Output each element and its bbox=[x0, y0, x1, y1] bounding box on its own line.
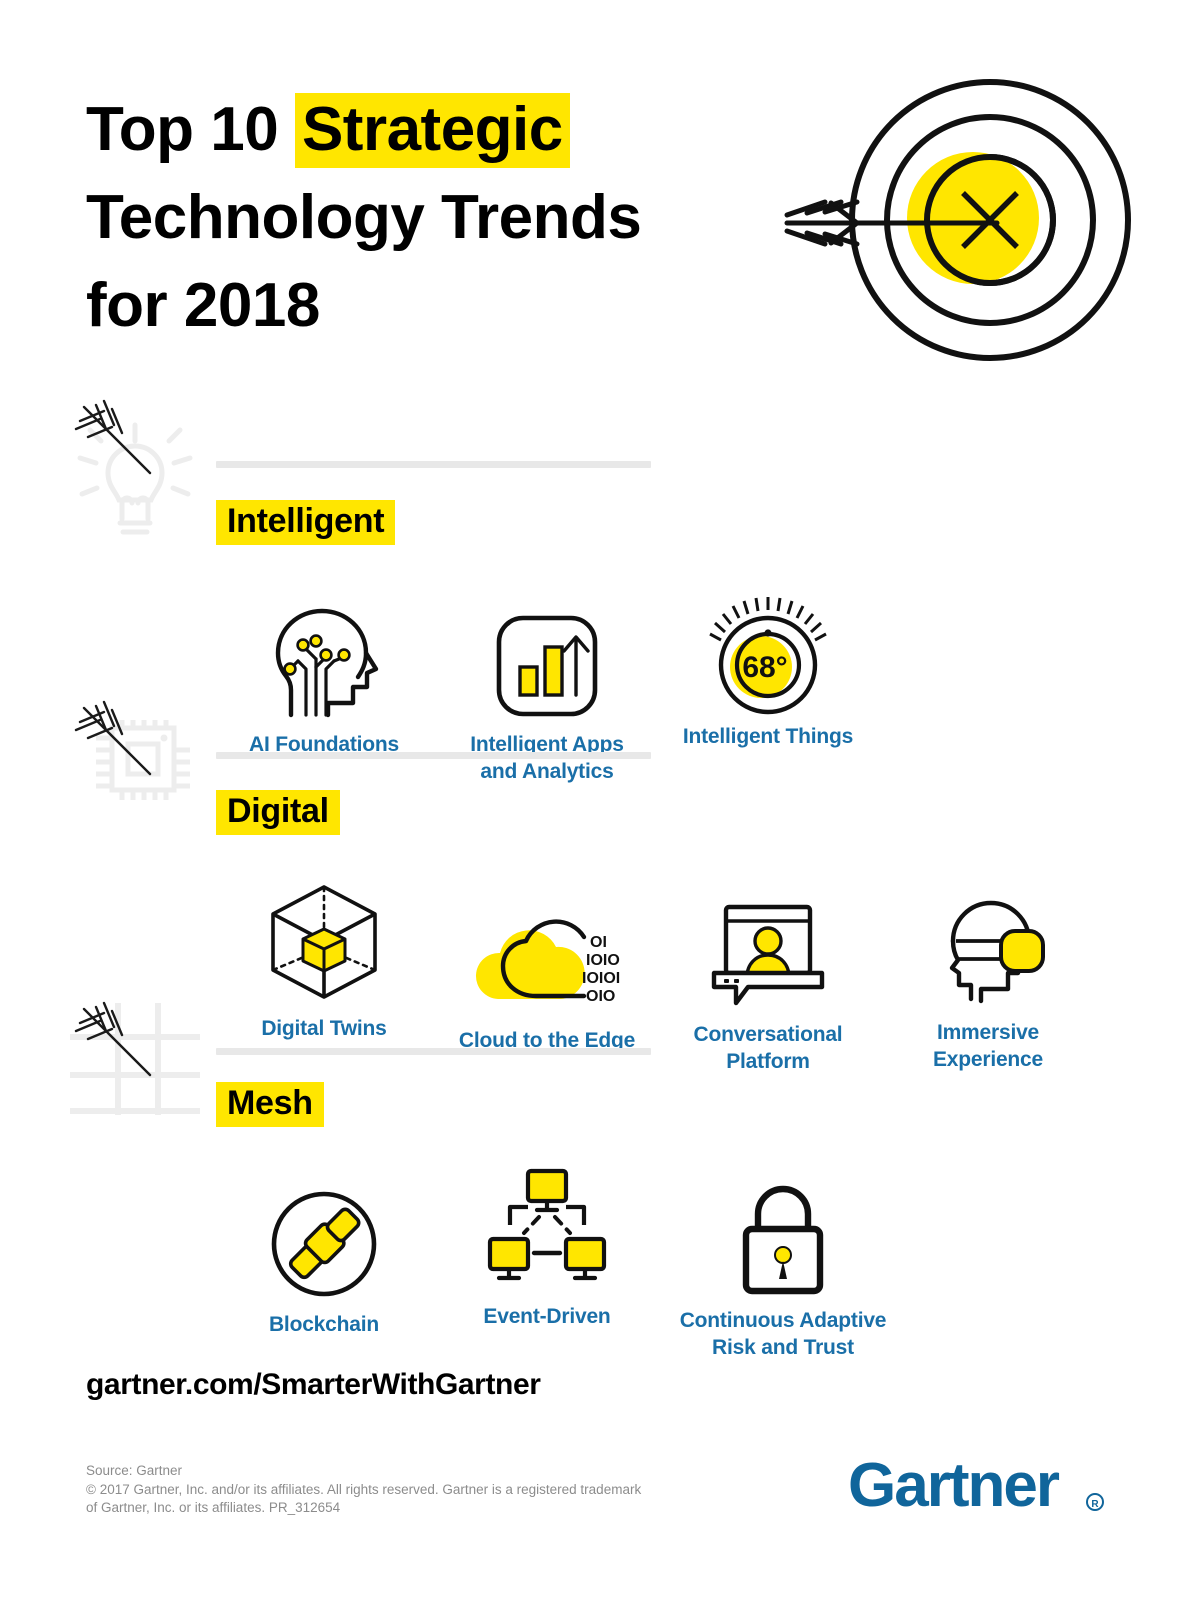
trend-label-line2: Platform bbox=[726, 1050, 810, 1073]
icon-container bbox=[668, 889, 868, 1009]
trend-label: Conversational Platform bbox=[668, 1021, 868, 1075]
icon-container bbox=[447, 599, 647, 719]
trend-label-line2: and Analytics bbox=[480, 760, 614, 783]
trend-card-event-driven[interactable]: Event-Driven bbox=[447, 1163, 647, 1330]
trend-label: Event-Driven bbox=[483, 1305, 611, 1328]
trend-label-line2: Experience bbox=[932, 1048, 1044, 1071]
trend-label: Digital Twins bbox=[261, 1017, 387, 1040]
registered-trademark-icon: R bbox=[1086, 1493, 1104, 1511]
gartner-logo: Gartner R bbox=[848, 1452, 1104, 1520]
title-line3: for 2018 bbox=[86, 271, 320, 340]
bar-chart-growth-icon bbox=[496, 615, 598, 717]
binary-line-4: OIO bbox=[586, 988, 615, 1005]
connected-monitors-icon bbox=[487, 1168, 607, 1281]
trend-label-line1: Conversational bbox=[693, 1023, 843, 1046]
binary-line-2: IOIO bbox=[586, 952, 620, 969]
trend-card-ai-foundations[interactable]: AI Foundations bbox=[224, 599, 424, 758]
binary-line-3: IOIOI bbox=[582, 970, 620, 987]
thermostat-dial-icon: 68° bbox=[709, 597, 827, 715]
trend-label: Continuous Adaptive Risk and Trust bbox=[668, 1307, 898, 1361]
icon-container bbox=[447, 1163, 647, 1291]
target-with-arrow-icon bbox=[784, 79, 1131, 361]
padlock-icon bbox=[742, 1185, 824, 1295]
trend-card-immersive-experience[interactable]: Immersive Experience bbox=[888, 887, 1088, 1073]
copyright-line-1: © 2017 Gartner, Inc. and/or its affiliat… bbox=[86, 1481, 642, 1497]
trend-label: Intelligent Things bbox=[682, 725, 854, 748]
icon-container: OI IOIO IOIOI OIO bbox=[447, 895, 647, 1015]
trend-label: Blockchain bbox=[268, 1313, 380, 1336]
page-title: Top 10 Strategic Technology Trends for 2… bbox=[86, 86, 726, 350]
blockchain-circle-icon bbox=[271, 1191, 377, 1297]
microchip-watermark bbox=[74, 700, 190, 800]
icon-container bbox=[224, 599, 424, 719]
title-line2: Technology Trends bbox=[86, 183, 642, 252]
grid-mesh-watermark bbox=[70, 1001, 200, 1115]
icon-container bbox=[668, 1171, 898, 1295]
trend-card-carta[interactable]: Continuous Adaptive Risk and Trust bbox=[668, 1171, 898, 1361]
category-label-mesh: Mesh bbox=[216, 1082, 324, 1127]
copyright-line-2: of Gartner, Inc. or its affiliates. PR_3… bbox=[86, 1500, 341, 1515]
trend-label: Immersive Experience bbox=[888, 1019, 1088, 1073]
divider-digital bbox=[216, 752, 651, 759]
legal-text: Source: Gartner © 2017 Gartner, Inc. and… bbox=[86, 1462, 786, 1518]
trend-card-cloud-to-edge[interactable]: OI IOIO IOIOI OIO Cloud to the Edge bbox=[447, 895, 647, 1054]
icon-container bbox=[888, 887, 1088, 1007]
header: Top 10 Strategic Technology Trends for 2… bbox=[0, 0, 1200, 380]
binary-digits: OI IOIO IOIOI OIO bbox=[582, 934, 620, 1005]
infographic-page: Top 10 Strategic Technology Trends for 2… bbox=[0, 0, 1200, 1620]
category-label-intelligent: Intelligent bbox=[216, 500, 396, 545]
laptop-chat-person-icon bbox=[711, 904, 825, 1006]
brain-head-circuit-icon bbox=[275, 608, 379, 718]
icon-container bbox=[224, 883, 424, 1003]
section-mesh: Mesh Blockchain Event-Driven Continuous … bbox=[216, 1082, 1116, 1385]
lightbulb-watermark bbox=[74, 399, 193, 535]
trend-card-conversational-platform[interactable]: Conversational Platform bbox=[668, 889, 868, 1075]
icon-container bbox=[224, 1179, 424, 1299]
trend-label-line2: Risk and Trust bbox=[712, 1336, 854, 1359]
source-line: Source: Gartner bbox=[86, 1463, 183, 1478]
icon-container: 68° bbox=[668, 587, 868, 719]
trend-label-line1: Immersive bbox=[936, 1021, 1040, 1044]
trend-card-digital-twins[interactable]: Digital Twins bbox=[224, 883, 424, 1042]
wireframe-cube-icon bbox=[271, 885, 377, 999]
website-url[interactable]: gartner.com/SmarterWithGartner bbox=[86, 1368, 541, 1402]
divider-mesh bbox=[216, 1048, 651, 1055]
thermostat-value: 68° bbox=[742, 651, 787, 684]
gartner-logo-text: Gartner bbox=[848, 1452, 1060, 1520]
lightbulb-icon bbox=[77, 422, 193, 535]
section-intelligent: Intelligent AI Foundations Intelligent A… bbox=[216, 500, 1116, 783]
microchip-icon bbox=[96, 720, 190, 800]
cloud-binary-icon: OI IOIO IOIOI OIO bbox=[475, 919, 620, 1005]
category-label-digital: Digital bbox=[216, 790, 340, 835]
trend-card-blockchain[interactable]: Blockchain bbox=[224, 1179, 424, 1338]
vr-headset-head-icon bbox=[949, 900, 1045, 1004]
title-line1-plain: Top 10 bbox=[86, 95, 295, 164]
section-digital: Digital Digital Twins OI IOIO IOIOI OIO … bbox=[216, 790, 1116, 1073]
title-line1-highlight: Strategic bbox=[294, 93, 570, 168]
svg-text:R: R bbox=[1091, 1499, 1099, 1510]
trend-label-line1: Continuous Adaptive bbox=[679, 1309, 887, 1332]
binary-line-1: OI bbox=[590, 934, 607, 951]
divider-intelligent bbox=[216, 461, 651, 468]
trend-card-intelligent-things[interactable]: 68° Intelligent Things bbox=[668, 587, 868, 750]
